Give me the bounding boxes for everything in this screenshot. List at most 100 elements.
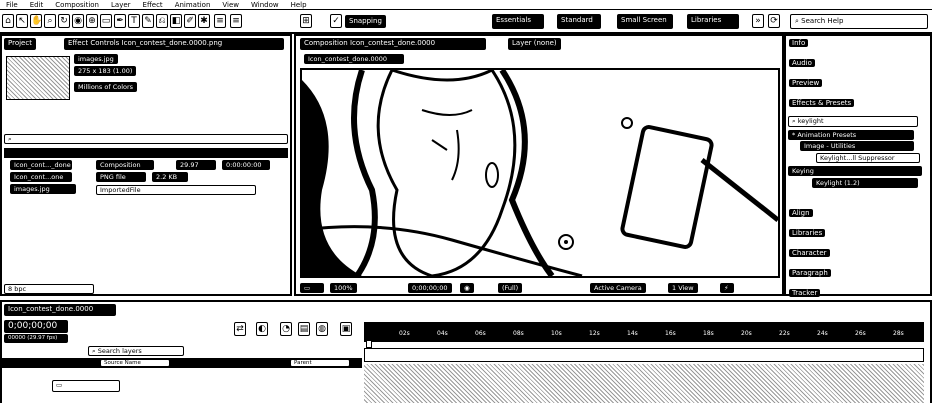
keying-folder[interactable]: Keying (788, 166, 922, 176)
character-label: Character (789, 249, 830, 257)
frame-blending-icon[interactable]: ▤ (298, 322, 310, 336)
layer-tab[interactable]: Layer (none) (508, 38, 561, 50)
item-type: PNG file (96, 172, 146, 182)
shy-layers-icon[interactable]: ◔ (280, 322, 292, 336)
comp-mini-flowchart-icon[interactable]: ⇄ (234, 322, 246, 336)
eraser-tool-icon[interactable]: ◧ (170, 14, 182, 28)
snapping-checkbox-icon[interactable]: ✓ (330, 14, 342, 28)
home-icon[interactable]: ⌂ (2, 14, 14, 28)
effects-presets-header[interactable]: Effects & Presets (786, 98, 926, 110)
image-utilities-folder[interactable]: Image - Utilities (800, 141, 914, 151)
fast-preview-icon[interactable]: ⚡ (720, 283, 734, 293)
menu-composition[interactable]: Composition (55, 1, 99, 9)
ruler-tick: 22s (778, 330, 791, 337)
libraries-panel-header[interactable]: Libraries (786, 228, 926, 240)
workspace-standard[interactable]: Standard (557, 14, 601, 29)
timeline-track-area (364, 364, 924, 403)
preview-panel-header[interactable]: Preview (786, 78, 926, 90)
footage-info: 275 x 183 (1.00) (74, 66, 137, 76)
workspace-essentials[interactable]: Essentials (492, 14, 544, 29)
effects-presets-label: Effects & Presets (789, 99, 855, 107)
local-axis-icon[interactable]: ⊞ (300, 14, 312, 28)
project-search-input[interactable]: ⌕ (4, 134, 288, 144)
preview-icon[interactable]: ▭ (300, 283, 324, 293)
paragraph-panel-header[interactable]: Paragraph (786, 268, 926, 280)
workspace-libraries[interactable]: Libraries (687, 14, 739, 29)
snapshot-icon[interactable]: ◉ (460, 283, 474, 293)
source-name-header[interactable]: Source Name (100, 359, 170, 367)
composition-subtab[interactable]: Icon_contest_done.0000 (304, 54, 404, 64)
keylight-effect[interactable]: Keylight (1.2) (812, 178, 918, 188)
list-item[interactable]: Icon_cont..._done Composition 29.97 0:00… (4, 160, 288, 170)
workspace-menu-icon[interactable]: » (752, 14, 764, 28)
menu-view[interactable]: View (222, 1, 239, 9)
roto-brush-tool-icon[interactable]: ✐ (184, 14, 196, 28)
brush-tool-icon[interactable]: ✎ (142, 14, 154, 28)
pan-behind-tool-icon[interactable]: ⊕ (86, 14, 98, 28)
character-panel-header[interactable]: Character (786, 248, 926, 260)
ruler-tick: 28s (892, 330, 905, 337)
menu-window[interactable]: Window (251, 1, 279, 9)
menu-effect[interactable]: Effect (143, 1, 163, 9)
ruler-tick: 16s (664, 330, 677, 337)
align-panel-header[interactable]: Align (786, 208, 926, 220)
zoom-dropdown[interactable]: 100% (330, 283, 357, 293)
snapping-label: Snapping (349, 17, 382, 25)
playhead-icon[interactable] (366, 340, 372, 348)
effects-search-value: keylight (797, 117, 824, 125)
camera-dropdown[interactable]: Active Camera (590, 283, 646, 293)
type-tool-icon[interactable]: T (128, 14, 140, 28)
item-name: Icon_cont..._done (10, 160, 72, 170)
clone-stamp-tool-icon[interactable]: ⎌ (156, 14, 168, 28)
effect-controls-tab[interactable]: Effect Controls Icon_contest_done.0000.p… (64, 38, 284, 50)
footage-thumbnail (6, 56, 70, 100)
motion-blur-icon[interactable]: ◍ (316, 322, 328, 336)
resolution-dropdown[interactable]: (Full) (498, 283, 523, 293)
search-help-input[interactable]: ⌕ Search Help (790, 14, 928, 29)
menu-layer[interactable]: Layer (111, 1, 131, 9)
hand-tool-icon[interactable]: ✋ (30, 14, 42, 28)
menu-help[interactable]: Help (291, 1, 307, 9)
animation-presets-folder[interactable]: * Animation Presets (788, 130, 914, 140)
time-ruler[interactable]: 02s 04s 06s 08s 10s 12s 14s 16s 18s 20s … (364, 328, 924, 342)
align-left-icon[interactable]: ≡ (214, 14, 226, 28)
puppet-tool-icon[interactable]: ✱ (198, 14, 210, 28)
ruler-tick: 18s (702, 330, 715, 337)
view-layout-dropdown[interactable]: 1 View (668, 283, 698, 293)
keylight-suppressor-preset[interactable]: Keylight...ll Suppressor (816, 153, 920, 163)
sync-icon[interactable]: ⟳ (768, 14, 780, 28)
pen-tool-icon[interactable]: ✒ (114, 14, 126, 28)
bpc-toggle[interactable]: 8 bpc (4, 284, 94, 294)
audio-panel-header[interactable]: Audio (786, 58, 926, 70)
project-columns-header (4, 148, 288, 158)
timeline-tab[interactable]: Icon_contest_done.0000 (4, 304, 116, 316)
rotate-tool-icon[interactable]: ↻ (58, 14, 70, 28)
workspace-small-screen[interactable]: Small Screen (617, 14, 673, 29)
composition-viewer[interactable] (300, 68, 780, 278)
composition-tab[interactable]: Composition Icon_contest_done.0000 (300, 38, 486, 50)
parent-header[interactable]: Parent (290, 359, 350, 367)
toggle-switches-modes[interactable]: ▭ (52, 380, 120, 392)
effects-search-input[interactable]: ⌕ keylight (788, 116, 918, 127)
list-item[interactable]: Icon_cont...one PNG file 2.2 KB (4, 172, 288, 182)
project-tab[interactable]: Project (4, 38, 36, 50)
menu-file[interactable]: File (6, 1, 18, 9)
layer-track-bar[interactable] (364, 348, 924, 362)
zoom-tool-icon[interactable]: ⌕ (44, 14, 56, 28)
draft-3d-icon[interactable]: ◐ (256, 322, 268, 336)
timeline-search-input[interactable]: ⌕ Search layers (88, 346, 184, 356)
menu-animation[interactable]: Animation (175, 1, 211, 9)
current-time[interactable]: 0;00;00;00 (408, 283, 452, 293)
timeline-current-time[interactable]: 0;00;00;00 (4, 320, 68, 333)
graph-editor-icon[interactable]: ▣ (340, 322, 352, 336)
selection-tool-icon[interactable]: ↖ (16, 14, 28, 28)
snapping-toggle[interactable]: Snapping (345, 15, 386, 28)
menu-edit[interactable]: Edit (30, 1, 44, 9)
list-item[interactable]: images.jpg ImportedFile (4, 184, 288, 196)
camera-tool-icon[interactable]: ◉ (72, 14, 84, 28)
info-panel-header[interactable]: Info (786, 38, 926, 50)
tracker-panel-header[interactable]: Tracker (786, 288, 926, 300)
rectangle-tool-icon[interactable]: ▭ (100, 14, 112, 28)
search-help-placeholder: Search Help (801, 17, 844, 25)
align-right-icon[interactable]: ≡ (230, 14, 242, 28)
